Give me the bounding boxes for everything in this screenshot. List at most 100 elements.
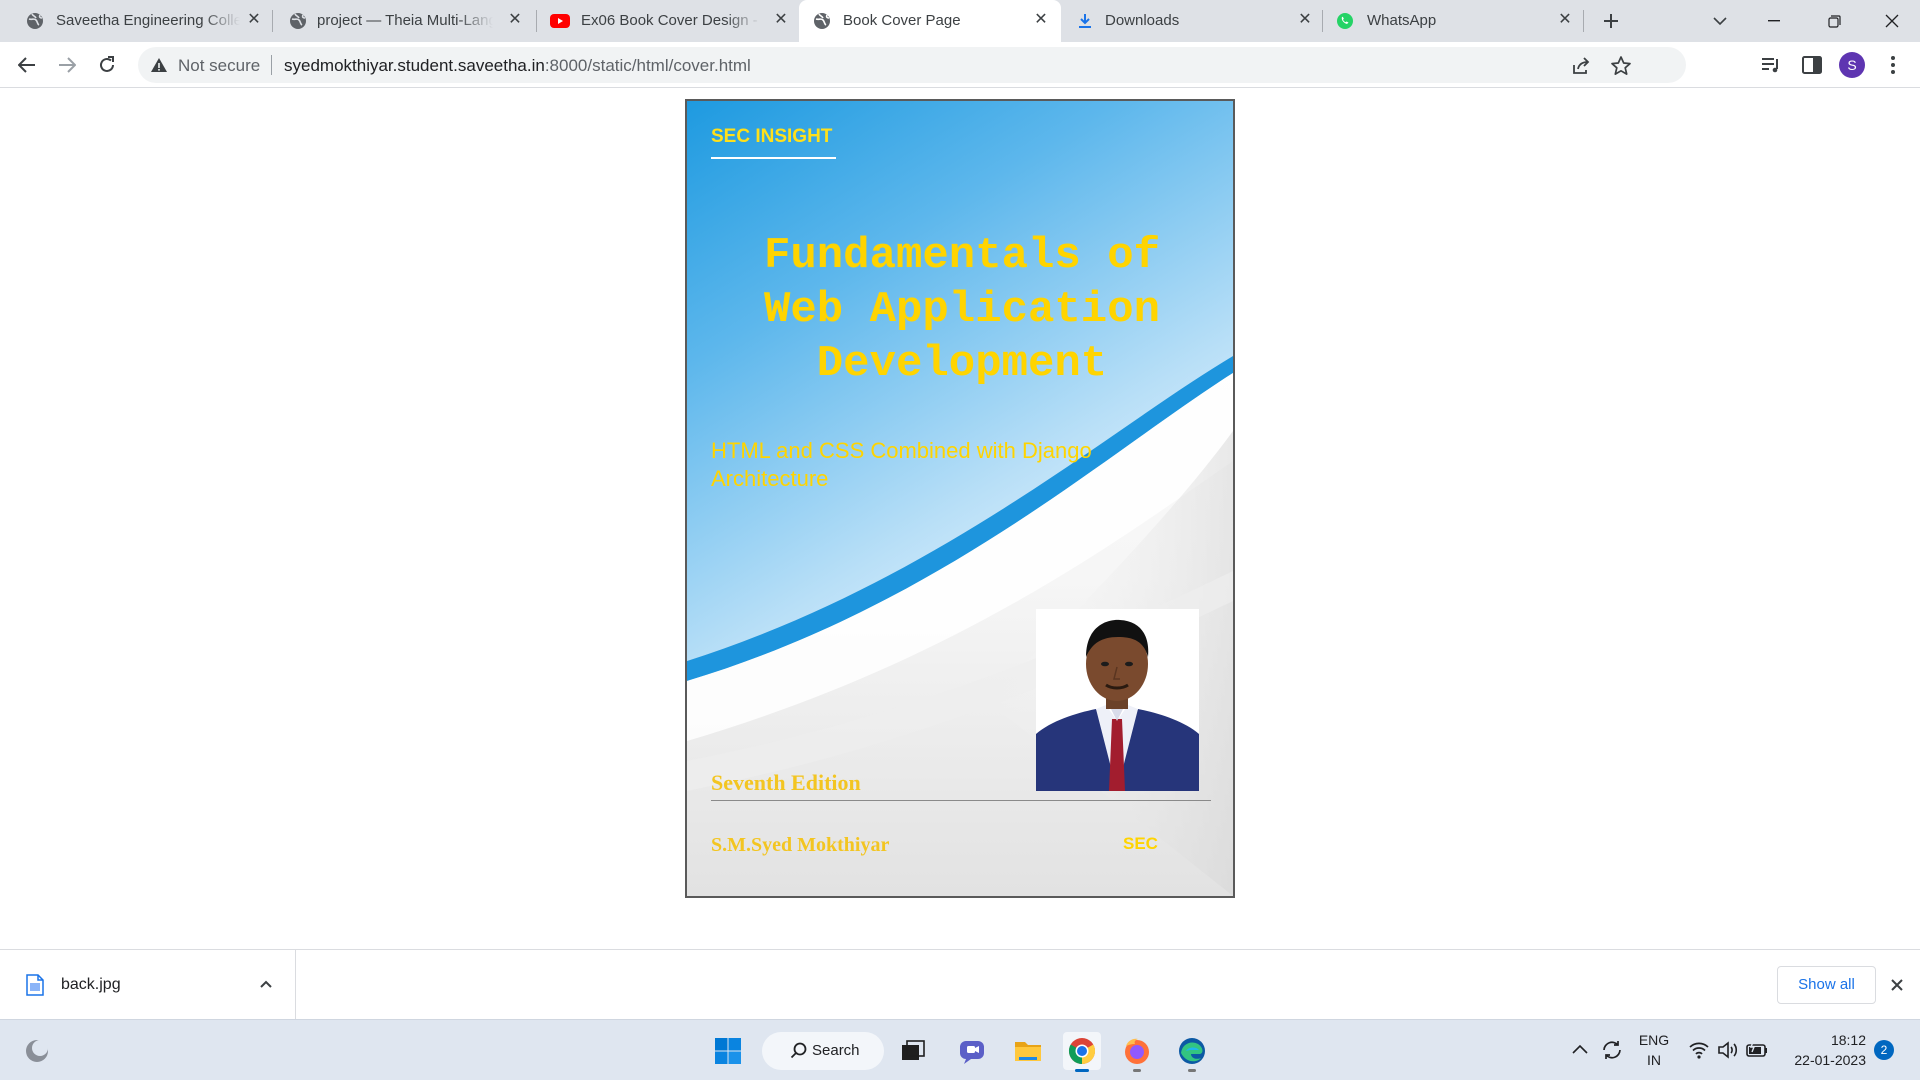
firefox-taskbar-button[interactable]	[1118, 1032, 1156, 1072]
widgets-button[interactable]	[18, 1032, 56, 1070]
running-indicator	[1133, 1069, 1141, 1072]
image-file-icon	[26, 974, 44, 996]
whatsapp-icon	[1337, 13, 1353, 29]
author-name: S.M.Syed Mokthiyar	[711, 834, 890, 856]
download-icon	[1079, 14, 1091, 28]
tab-title: Saveetha Engineering Colle	[56, 12, 240, 29]
tab-title: WhatsApp	[1367, 12, 1437, 29]
warning-icon[interactable]	[150, 56, 168, 74]
close-icon[interactable]: ✕	[244, 10, 264, 30]
firefox-icon	[1125, 1038, 1149, 1064]
side-panel-icon[interactable]	[1800, 53, 1824, 77]
close-icon[interactable]: ✕	[1555, 10, 1575, 30]
file-explorer-button[interactable]	[1009, 1032, 1047, 1070]
windows-logo-icon	[715, 1038, 741, 1064]
share-icon[interactable]	[1570, 55, 1592, 77]
chevron-up-icon[interactable]	[1571, 1042, 1589, 1056]
author-photo	[1036, 609, 1199, 791]
address-bar[interactable]: Not secure syedmokthiyar.student.saveeth…	[138, 47, 1686, 83]
more-menu-icon[interactable]	[1881, 53, 1905, 77]
close-icon[interactable]: ✕	[1295, 10, 1315, 30]
active-indicator	[1075, 1069, 1089, 1072]
security-label[interactable]: Not secure	[178, 56, 260, 76]
tab-book-cover-page[interactable]: Book Cover Page ✕	[799, 0, 1061, 42]
new-tab-button[interactable]	[1597, 8, 1625, 34]
region-indicator: IN	[1647, 1052, 1661, 1068]
back-button[interactable]	[12, 50, 42, 80]
search-icon	[790, 1042, 807, 1059]
tab-title: Downloads	[1105, 12, 1180, 29]
restore-icon	[1827, 14, 1841, 28]
star-icon[interactable]	[1610, 55, 1632, 77]
url-host: syedmokthiyar.student.saveetha.in	[284, 56, 545, 75]
url-text[interactable]: syedmokthiyar.student.saveetha.in:8000/s…	[284, 56, 751, 76]
edition-divider	[711, 800, 1211, 801]
language-indicator[interactable]: ENG	[1636, 1032, 1672, 1048]
weather-icon	[26, 1040, 48, 1062]
task-view-button[interactable]	[894, 1032, 932, 1070]
omnibox-divider	[271, 55, 272, 75]
close-icon[interactable]	[1886, 974, 1908, 996]
tab-strip: Saveetha Engineering Colle ✕ project — T…	[0, 0, 1920, 42]
tab-youtube[interactable]: Ex06 Book Cover Design - Y ✕	[537, 0, 799, 42]
close-window-button[interactable]	[1864, 0, 1920, 42]
start-button[interactable]	[709, 1032, 747, 1070]
chevron-up-icon[interactable]	[256, 974, 276, 994]
tab-saveetha[interactable]: Saveetha Engineering Colle ✕	[0, 0, 272, 42]
book-subtitle: HTML and CSS Combined with Django Archit…	[711, 438, 1092, 491]
wifi-icon[interactable]	[1688, 1040, 1710, 1060]
battery-icon[interactable]	[1745, 1041, 1769, 1059]
book-title: Fundamentals of Web Application Developm…	[763, 231, 1161, 389]
globe-icon	[27, 13, 43, 29]
chevron-down-icon	[1713, 17, 1727, 26]
download-item[interactable]: back.jpg	[0, 950, 296, 1020]
clock-date[interactable]: 22-01-2023	[1786, 1052, 1866, 1068]
download-shelf: back.jpg Show all	[0, 949, 1920, 1020]
media-queue-icon[interactable]	[1759, 53, 1783, 77]
arrow-right-icon	[59, 57, 76, 73]
edge-icon	[1179, 1038, 1205, 1064]
globe-icon	[290, 13, 306, 29]
clock-time[interactable]: 18:12	[1820, 1032, 1866, 1048]
volume-icon[interactable]	[1717, 1040, 1739, 1060]
task-view-icon	[902, 1040, 925, 1060]
teams-chat-button[interactable]	[953, 1032, 991, 1070]
publisher-label: SEC	[1123, 834, 1158, 853]
folder-icon	[1015, 1042, 1041, 1061]
close-icon[interactable]: ✕	[771, 10, 791, 30]
close-icon	[1885, 14, 1899, 28]
book-cover: SEC INSIGHT Fundamentals of Web Applicat…	[685, 99, 1235, 898]
brand-underline	[711, 157, 836, 159]
brand-label: SEC INSIGHT	[711, 126, 833, 147]
reload-button[interactable]	[92, 50, 122, 80]
tab-divider	[1583, 10, 1584, 32]
taskbar-search[interactable]: Search	[762, 1032, 884, 1070]
search-label: Search	[812, 1042, 860, 1059]
show-all-button[interactable]: Show all	[1777, 966, 1876, 1004]
tab-whatsapp[interactable]: WhatsApp ✕	[1323, 0, 1585, 42]
edition-label: Seventh Edition	[711, 770, 861, 795]
forward-button[interactable]	[52, 50, 82, 80]
restore-button[interactable]	[1806, 0, 1862, 42]
tab-title: project — Theia Multi-Lang	[317, 12, 493, 29]
minimize-button[interactable]	[1746, 0, 1802, 42]
close-icon[interactable]: ✕	[505, 10, 525, 30]
tab-title: Ex06 Book Cover Design - Y	[581, 12, 761, 29]
download-file-name: back.jpg	[61, 976, 121, 993]
running-indicator	[1188, 1069, 1196, 1072]
windows-taskbar: Search ENG IN 18:12 22-01-2023 2	[0, 1019, 1920, 1080]
arrow-left-icon	[18, 57, 35, 73]
close-icon[interactable]: ✕	[1031, 10, 1051, 30]
author-portrait	[1036, 609, 1199, 791]
page-viewport: SEC INSIGHT Fundamentals of Web Applicat…	[0, 89, 1920, 949]
chrome-taskbar-button[interactable]	[1063, 1032, 1101, 1072]
profile-avatar[interactable]: S	[1839, 52, 1865, 78]
reload-icon	[100, 56, 114, 72]
notification-badge[interactable]: 2	[1874, 1040, 1894, 1060]
sync-icon[interactable]	[1600, 1038, 1624, 1062]
tab-downloads[interactable]: Downloads ✕	[1063, 0, 1325, 42]
tab-theia[interactable]: project — Theia Multi-Lang ✕	[273, 0, 536, 42]
edge-taskbar-button[interactable]	[1173, 1032, 1211, 1072]
tab-search-button[interactable]	[1692, 0, 1748, 42]
globe-icon	[814, 13, 830, 29]
